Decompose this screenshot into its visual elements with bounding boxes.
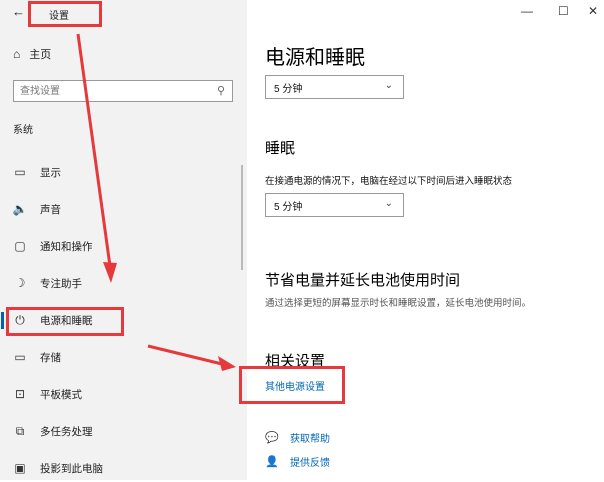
sleep-heading: 睡眠: [265, 140, 296, 157]
chevron-down-icon: ⌄: [384, 198, 393, 209]
sidebar-item-display[interactable]: ▭ 显示: [0, 158, 247, 186]
page-title: 电源和睡眠: [265, 47, 365, 69]
notification-icon: ▢: [14, 239, 26, 253]
sidebar-item-sound[interactable]: 🔈 声音: [0, 195, 247, 223]
sidebar-item-label: 投影到此电脑: [40, 462, 103, 475]
sidebar-scrollbar[interactable]: [241, 165, 243, 270]
multitask-icon: ⧉: [15, 423, 25, 438]
close-button[interactable]: ✕: [588, 4, 598, 18]
sleep-description: 在接通电源的情况下，电脑在经过以下时间后进入睡眠状态: [265, 176, 513, 187]
minimize-button[interactable]: —: [521, 4, 533, 18]
section-heading: 系统: [13, 125, 33, 136]
sidebar-item-home[interactable]: ⌂ 主页: [13, 46, 51, 62]
app-title: 设置: [49, 11, 69, 22]
other-power-settings-link[interactable]: 其他电源设置: [265, 378, 325, 393]
tablet-icon: ⊡: [14, 387, 26, 401]
help-chat-icon: 💬: [265, 432, 279, 444]
select-value: 5 分钟: [274, 83, 303, 95]
screen-timeout-select[interactable]: 5 分钟 ⌄: [265, 75, 404, 99]
battery-saving-description: 通过选择更短的屏幕显示时长和睡眠设置，延长电池使用时间。: [265, 298, 532, 309]
sidebar-item-notifications[interactable]: ▢ 通知和操作: [0, 232, 247, 260]
highlight-box-power: [6, 307, 124, 336]
sidebar-item-multitasking[interactable]: ⧉ 多任务处理: [0, 417, 247, 445]
battery-saving-heading: 节省电量并延长电池使用时间: [265, 272, 461, 289]
search-box[interactable]: ⚲: [13, 80, 233, 102]
back-arrow-icon[interactable]: ←: [12, 4, 25, 19]
chevron-down-icon: ⌄: [384, 80, 393, 91]
sidebar-item-label: 显示: [40, 166, 61, 179]
sidebar-item-focus-assist[interactable]: ☽ 专注助手: [0, 269, 247, 297]
get-help-link[interactable]: 💬 获取帮助: [265, 430, 330, 445]
sidebar: ← 设置 ⌂ 主页 ⚲ 系统 ▭ 显示 🔈 声音 ▢ 通知和操作 ☽ 专注助手: [0, 0, 247, 480]
select-value: 5 分钟: [274, 201, 303, 213]
feedback-label: 提供反馈: [290, 458, 330, 469]
moon-icon: ☽: [14, 276, 26, 290]
sidebar-item-label: 主页: [29, 49, 52, 61]
sidebar-item-label: 存储: [40, 351, 61, 364]
home-icon: ⌂: [13, 47, 21, 61]
feedback-link[interactable]: 👤 提供反馈: [265, 454, 330, 469]
get-help-label: 获取帮助: [290, 434, 330, 445]
sidebar-item-tablet-mode[interactable]: ⊡ 平板模式: [0, 380, 247, 408]
search-icon[interactable]: ⚲: [217, 84, 225, 97]
sidebar-item-storage[interactable]: ▭ 存储: [0, 343, 247, 371]
feedback-person-icon: 👤: [265, 456, 279, 468]
storage-icon: ▭: [14, 350, 26, 364]
sleep-timeout-select[interactable]: 5 分钟 ⌄: [265, 193, 404, 217]
sidebar-item-label: 平板模式: [40, 388, 82, 401]
sidebar-item-label: 专注助手: [40, 277, 82, 290]
sidebar-item-label: 多任务处理: [40, 425, 93, 438]
sidebar-item-project[interactable]: ▣ 投影到此电脑: [0, 454, 247, 482]
search-input[interactable]: [14, 81, 206, 102]
sidebar-item-label: 声音: [40, 203, 61, 216]
settings-window: ← 设置 ⌂ 主页 ⚲ 系统 ▭ 显示 🔈 声音 ▢ 通知和操作 ☽ 专注助手: [0, 0, 604, 480]
project-icon: ▣: [14, 461, 26, 475]
monitor-icon: ▭: [14, 165, 26, 179]
sidebar-item-label: 通知和操作: [40, 240, 93, 253]
maximize-button[interactable]: ☐: [558, 4, 569, 18]
speaker-icon: 🔈: [12, 202, 28, 216]
